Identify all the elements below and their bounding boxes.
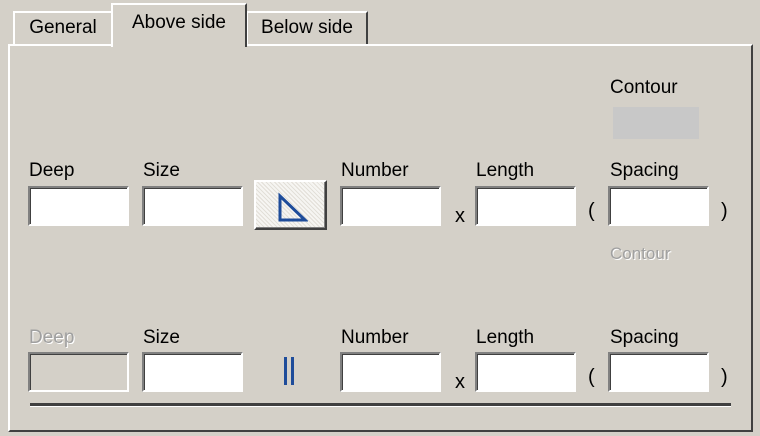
tab-panel	[8, 44, 753, 432]
tab-above-side[interactable]: Above side	[111, 3, 247, 47]
tab-below-side[interactable]: Below side	[246, 11, 368, 45]
tab-strip: General Above side Below side	[0, 0, 760, 47]
tab-general[interactable]: General	[13, 11, 113, 45]
